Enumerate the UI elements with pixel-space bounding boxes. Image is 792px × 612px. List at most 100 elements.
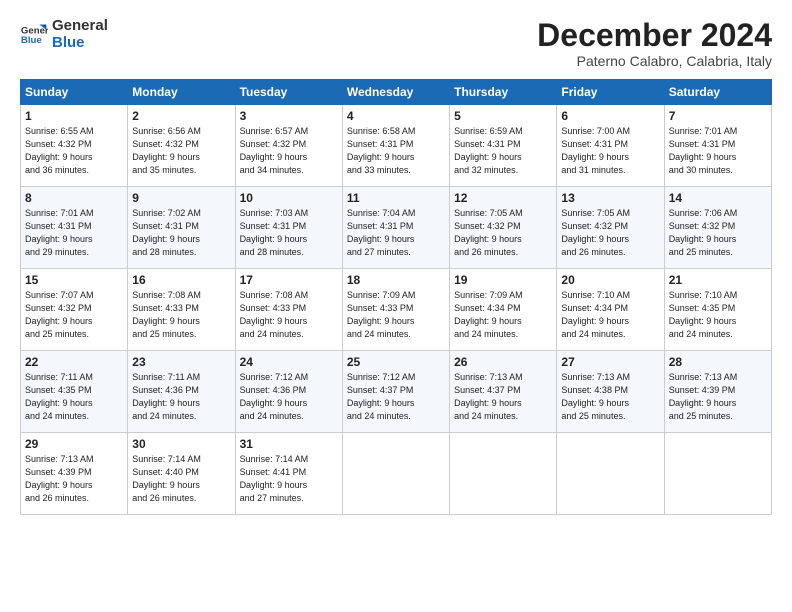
calendar-day-27: 27 Sunrise: 7:13 AM Sunset: 4:38 PM Dayli…	[557, 351, 664, 433]
calendar-day-6: 6Sunrise: 7:00 AM Sunset: 4:31 PM Daylig…	[557, 105, 664, 187]
month-title: December 2024	[537, 18, 772, 53]
day-info: Sunrise: 7:13 AM Sunset: 4:37 PM Dayligh…	[454, 371, 552, 423]
calendar-week-3: 15Sunrise: 7:07 AM Sunset: 4:32 PM Dayli…	[21, 269, 772, 351]
day-info: Sunrise: 7:14 AM Sunset: 4:41 PM Dayligh…	[240, 453, 338, 505]
calendar-day-14: 14Sunrise: 7:06 AM Sunset: 4:32 PM Dayli…	[664, 187, 771, 269]
calendar-day-5: 5 Sunrise: 6:59 AM Sunset: 4:31 PM Daylig…	[450, 105, 557, 187]
day-info: Sunrise: 7:12 AM Sunset: 4:36 PM Dayligh…	[240, 371, 338, 423]
day-number: 21	[669, 273, 767, 287]
calendar-day-24: 24 Sunrise: 7:12 AM Sunset: 4:36 PM Dayli…	[235, 351, 342, 433]
day-info: Sunrise: 7:13 AM Sunset: 4:39 PM Dayligh…	[25, 453, 123, 505]
day-number: 27	[561, 355, 659, 369]
calendar-day-7: 7 Sunrise: 7:01 AM Sunset: 4:31 PM Daylig…	[664, 105, 771, 187]
calendar-day-10: 10Sunrise: 7:03 AM Sunset: 4:31 PM Dayli…	[235, 187, 342, 269]
logo: General Blue General Blue	[20, 18, 108, 51]
calendar-day-31: 31 Sunrise: 7:14 AM Sunset: 4:41 PM Dayli…	[235, 433, 342, 515]
calendar-week-2: 8Sunrise: 7:01 AM Sunset: 4:31 PM Daylig…	[21, 187, 772, 269]
logo-icon: General Blue	[20, 21, 48, 49]
calendar-header-sunday: Sunday	[21, 80, 128, 105]
day-info: Sunrise: 7:09 AM Sunset: 4:33 PM Dayligh…	[347, 289, 445, 341]
day-info: Sunrise: 7:13 AM Sunset: 4:38 PM Dayligh…	[561, 371, 659, 423]
page: General Blue General Blue December 2024 …	[0, 0, 792, 612]
calendar-week-4: 22Sunrise: 7:11 AM Sunset: 4:35 PM Dayli…	[21, 351, 772, 433]
day-number: 26	[454, 355, 552, 369]
svg-text:Blue: Blue	[21, 34, 42, 45]
day-number: 17	[240, 273, 338, 287]
logo-line2: Blue	[52, 35, 108, 52]
calendar-header-wednesday: Wednesday	[342, 80, 449, 105]
day-number: 22	[25, 355, 123, 369]
day-info: Sunrise: 6:58 AM Sunset: 4:31 PM Dayligh…	[347, 125, 445, 177]
day-number: 1	[25, 109, 123, 123]
day-info: Sunrise: 7:01 AM Sunset: 4:31 PM Dayligh…	[25, 207, 123, 259]
location: Paterno Calabro, Calabria, Italy	[537, 53, 772, 69]
empty-cell	[557, 433, 664, 515]
day-number: 2	[132, 109, 230, 123]
calendar-header-row: SundayMondayTuesdayWednesdayThursdayFrid…	[21, 80, 772, 105]
calendar-day-18: 18 Sunrise: 7:09 AM Sunset: 4:33 PM Dayli…	[342, 269, 449, 351]
day-number: 5	[454, 109, 552, 123]
day-info: Sunrise: 7:04 AM Sunset: 4:31 PM Dayligh…	[347, 207, 445, 259]
day-info: Sunrise: 7:08 AM Sunset: 4:33 PM Dayligh…	[132, 289, 230, 341]
calendar-day-23: 23 Sunrise: 7:11 AM Sunset: 4:36 PM Dayli…	[128, 351, 235, 433]
day-number: 25	[347, 355, 445, 369]
calendar-header-saturday: Saturday	[664, 80, 771, 105]
calendar-day-1: 1 Sunrise: 6:55 AM Sunset: 4:32 PM Daylig…	[21, 105, 128, 187]
day-number: 7	[669, 109, 767, 123]
day-number: 30	[132, 437, 230, 451]
empty-cell	[664, 433, 771, 515]
day-info: Sunrise: 7:08 AM Sunset: 4:33 PM Dayligh…	[240, 289, 338, 341]
calendar-day-11: 11 Sunrise: 7:04 AM Sunset: 4:31 PM Dayli…	[342, 187, 449, 269]
day-number: 11	[347, 191, 445, 205]
calendar-day-17: 17 Sunrise: 7:08 AM Sunset: 4:33 PM Dayli…	[235, 269, 342, 351]
calendar-day-21: 21 Sunrise: 7:10 AM Sunset: 4:35 PM Dayli…	[664, 269, 771, 351]
day-info: Sunrise: 6:57 AM Sunset: 4:32 PM Dayligh…	[240, 125, 338, 177]
day-info: Sunrise: 7:10 AM Sunset: 4:35 PM Dayligh…	[669, 289, 767, 341]
day-number: 28	[669, 355, 767, 369]
calendar-header-tuesday: Tuesday	[235, 80, 342, 105]
calendar: SundayMondayTuesdayWednesdayThursdayFrid…	[20, 79, 772, 515]
day-info: Sunrise: 6:55 AM Sunset: 4:32 PM Dayligh…	[25, 125, 123, 177]
calendar-day-16: 16 Sunrise: 7:08 AM Sunset: 4:33 PM Dayli…	[128, 269, 235, 351]
day-number: 13	[561, 191, 659, 205]
calendar-header-thursday: Thursday	[450, 80, 557, 105]
calendar-day-15: 15Sunrise: 7:07 AM Sunset: 4:32 PM Dayli…	[21, 269, 128, 351]
day-info: Sunrise: 7:05 AM Sunset: 4:32 PM Dayligh…	[561, 207, 659, 259]
calendar-day-3: 3 Sunrise: 6:57 AM Sunset: 4:32 PM Daylig…	[235, 105, 342, 187]
calendar-day-29: 29 Sunrise: 7:13 AM Sunset: 4:39 PM Dayli…	[21, 433, 128, 515]
empty-cell	[450, 433, 557, 515]
calendar-day-26: 26 Sunrise: 7:13 AM Sunset: 4:37 PM Dayli…	[450, 351, 557, 433]
day-number: 6	[561, 109, 659, 123]
day-info: Sunrise: 7:11 AM Sunset: 4:36 PM Dayligh…	[132, 371, 230, 423]
day-number: 20	[561, 273, 659, 287]
calendar-week-1: 1 Sunrise: 6:55 AM Sunset: 4:32 PM Daylig…	[21, 105, 772, 187]
day-info: Sunrise: 7:03 AM Sunset: 4:31 PM Dayligh…	[240, 207, 338, 259]
calendar-day-30: 30 Sunrise: 7:14 AM Sunset: 4:40 PM Dayli…	[128, 433, 235, 515]
day-info: Sunrise: 7:12 AM Sunset: 4:37 PM Dayligh…	[347, 371, 445, 423]
day-number: 29	[25, 437, 123, 451]
empty-cell	[342, 433, 449, 515]
calendar-day-4: 4 Sunrise: 6:58 AM Sunset: 4:31 PM Daylig…	[342, 105, 449, 187]
calendar-day-2: 2Sunrise: 6:56 AM Sunset: 4:32 PM Daylig…	[128, 105, 235, 187]
calendar-day-8: 8Sunrise: 7:01 AM Sunset: 4:31 PM Daylig…	[21, 187, 128, 269]
day-info: Sunrise: 7:01 AM Sunset: 4:31 PM Dayligh…	[669, 125, 767, 177]
day-info: Sunrise: 7:14 AM Sunset: 4:40 PM Dayligh…	[132, 453, 230, 505]
day-number: 18	[347, 273, 445, 287]
calendar-day-12: 12Sunrise: 7:05 AM Sunset: 4:32 PM Dayli…	[450, 187, 557, 269]
calendar-day-22: 22Sunrise: 7:11 AM Sunset: 4:35 PM Dayli…	[21, 351, 128, 433]
day-number: 24	[240, 355, 338, 369]
day-number: 16	[132, 273, 230, 287]
day-number: 12	[454, 191, 552, 205]
day-number: 9	[132, 191, 230, 205]
day-info: Sunrise: 7:02 AM Sunset: 4:31 PM Dayligh…	[132, 207, 230, 259]
day-info: Sunrise: 7:06 AM Sunset: 4:32 PM Dayligh…	[669, 207, 767, 259]
day-info: Sunrise: 6:59 AM Sunset: 4:31 PM Dayligh…	[454, 125, 552, 177]
day-number: 31	[240, 437, 338, 451]
day-number: 3	[240, 109, 338, 123]
header: General Blue General Blue December 2024 …	[20, 18, 772, 69]
day-number: 19	[454, 273, 552, 287]
day-number: 23	[132, 355, 230, 369]
day-number: 4	[347, 109, 445, 123]
title-block: December 2024 Paterno Calabro, Calabria,…	[537, 18, 772, 69]
day-info: Sunrise: 7:13 AM Sunset: 4:39 PM Dayligh…	[669, 371, 767, 423]
